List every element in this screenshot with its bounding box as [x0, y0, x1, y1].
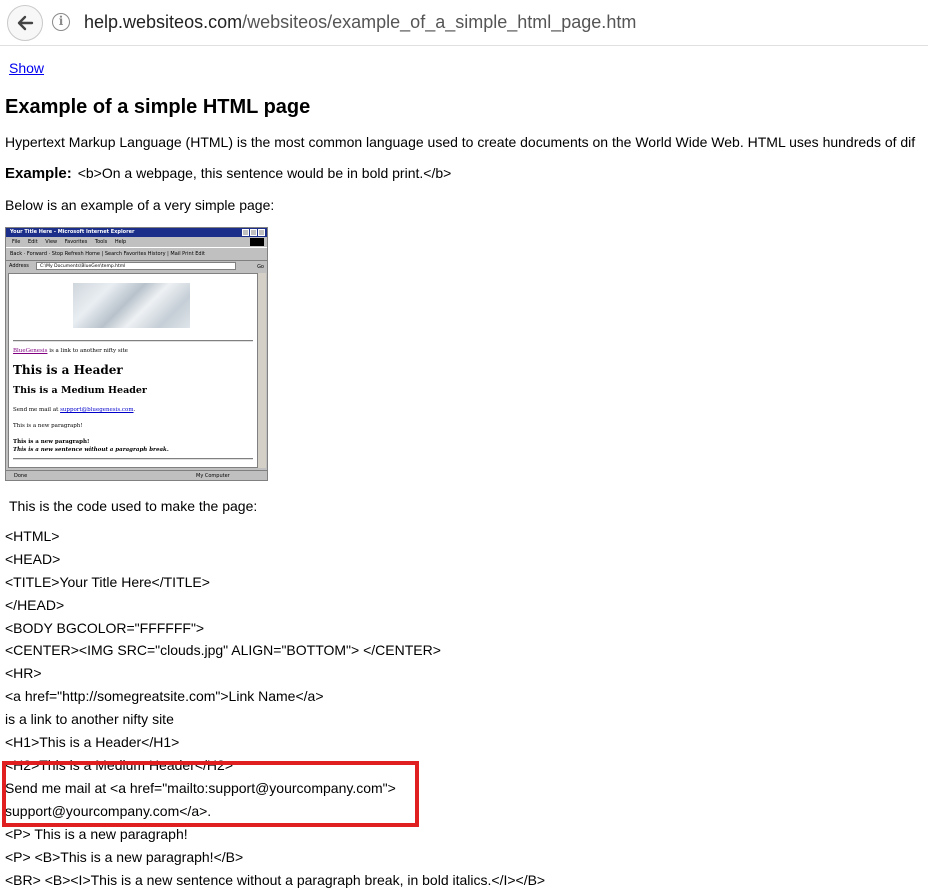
- arrow-left-icon: [17, 15, 34, 31]
- thumb-bold-italic: This is a new sentence without a paragra…: [13, 447, 169, 453]
- thumb-window-buttons: [242, 229, 265, 236]
- code-line: <P> <B>This is a new paragraph!</B>: [5, 849, 244, 865]
- code-line: <a href="http://somegreatsite.com">Link …: [5, 688, 324, 704]
- example-line: Example: <b>On a webpage, this sentence w…: [5, 165, 451, 182]
- browser-toolbar: i help.websiteos.com/websiteos/example_o…: [0, 0, 928, 46]
- thumb-medium-header: This is a Medium Header: [13, 385, 147, 396]
- intro-paragraph: Hypertext Markup Language (HTML) is the …: [5, 134, 916, 150]
- code-line: <HEAD>: [5, 551, 61, 567]
- thumb-address-bar: Address C:\My Documents\BlueGen\temp.htm…: [6, 261, 267, 272]
- code-line: <BR> <B><I>This is a new sentence withou…: [5, 872, 546, 888]
- page-content: Show Example of a simple HTML page Hyper…: [0, 46, 928, 892]
- page-title: Example of a simple HTML page: [5, 96, 311, 118]
- thumb-window-title: Your Title Here - Microsoft Internet Exp…: [6, 228, 267, 237]
- site-info-icon[interactable]: i: [52, 13, 70, 31]
- url-host: help.websiteos.com: [84, 12, 243, 32]
- back-button[interactable]: [7, 5, 43, 41]
- below-text: Below is an example of a very simple pag…: [5, 197, 275, 213]
- code-intro: This is the code used to make the page:: [9, 498, 258, 514]
- thumb-header: This is a Header: [13, 363, 123, 377]
- show-link[interactable]: Show: [9, 60, 44, 76]
- thumb-menu-bar: File Edit View Favorites Tools Help: [6, 237, 267, 247]
- url-path: /websiteos/example_of_a_simple_html_page…: [242, 12, 637, 32]
- code-line: is a link to another nifty site: [5, 711, 174, 727]
- code-line: </HEAD>: [5, 597, 65, 613]
- code-line: <HR>: [5, 665, 42, 681]
- thumb-toolbar: Back · Forward · Stop Refresh Home | Sea…: [6, 247, 267, 261]
- thumb-address-value: C:\My Documents\BlueGen\temp.html: [36, 262, 236, 270]
- clouds-image: [73, 283, 190, 328]
- thumb-scrollbar: [257, 273, 266, 468]
- code-line: <CENTER><IMG SRC="clouds.jpg" ALIGN="BOT…: [5, 642, 441, 658]
- ie-logo-icon: [250, 238, 264, 246]
- example-label: Example:: [5, 165, 72, 182]
- thumb-bold-paragraph: This is a new paragraph!: [13, 439, 90, 445]
- highlight-box: [2, 761, 419, 827]
- thumb-mail-line: Send me mail at support@bluegenesis.com.: [13, 407, 136, 413]
- thumb-link-line: BlueGenesis is a link to another nifty s…: [13, 348, 128, 354]
- thumb-hr: [13, 340, 253, 342]
- code-line: <P> This is a new paragraph!: [5, 826, 188, 842]
- thumb-page-body: BlueGenesis is a link to another nifty s…: [8, 273, 259, 468]
- address-bar[interactable]: help.websiteos.com/websiteos/example_of_…: [84, 12, 636, 33]
- code-line: <H1>This is a Header</H1>: [5, 734, 180, 750]
- code-line: <TITLE>Your Title Here</TITLE>: [5, 574, 210, 590]
- thumb-hr-bottom: [13, 458, 253, 460]
- thumb-go: Go: [257, 264, 264, 270]
- thumb-status-bar: Done My Computer: [6, 470, 267, 480]
- code-line: <HTML>: [5, 528, 60, 544]
- example-page-screenshot: Your Title Here - Microsoft Internet Exp…: [5, 227, 268, 481]
- code-line: <BODY BGCOLOR="FFFFFF">: [5, 620, 205, 636]
- thumb-paragraph: This is a new paragraph!: [13, 423, 83, 429]
- example-text: <b>On a webpage, this sentence would be …: [77, 165, 452, 181]
